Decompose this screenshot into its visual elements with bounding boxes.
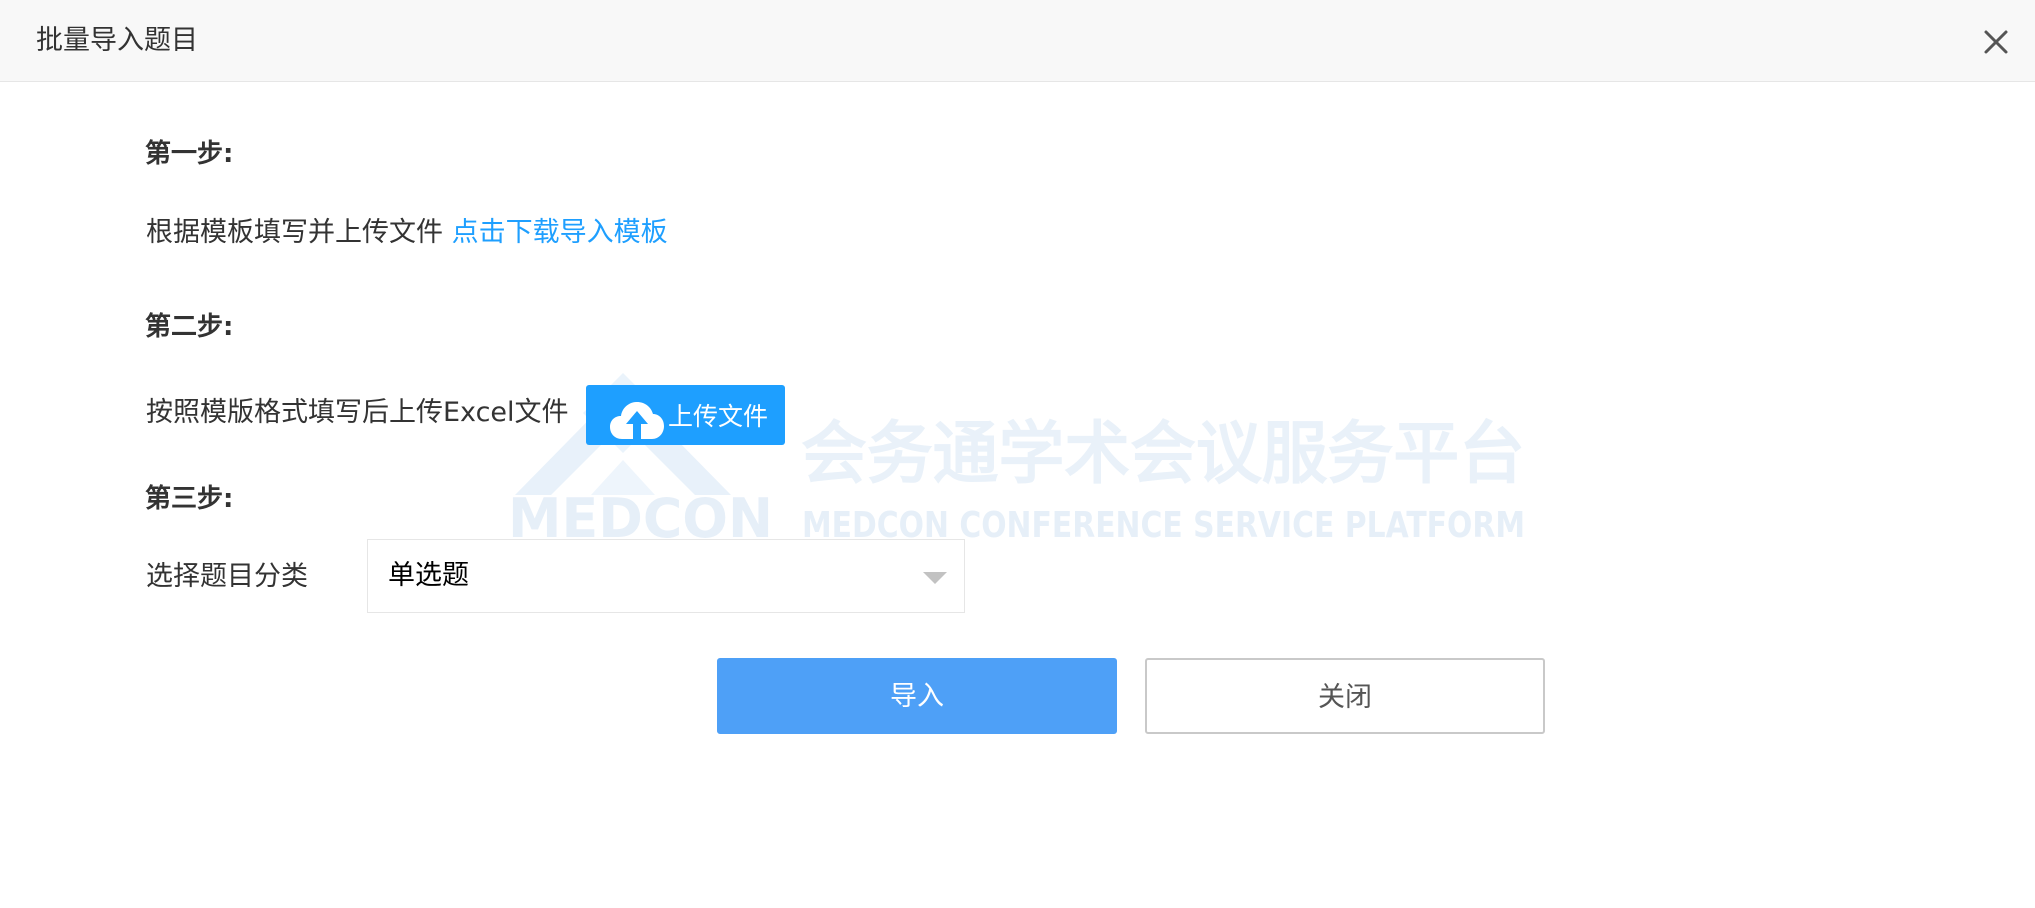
upload-button-label: 上传文件	[668, 402, 769, 431]
watermark-logo-text: MEDCON	[508, 487, 773, 545]
step1-label: 第一步:	[145, 139, 234, 169]
step1-row: 根据模板填写并上传文件 点击下载导入模板	[146, 214, 668, 252]
close-icon[interactable]	[1978, 24, 2014, 60]
step1-description: 根据模板填写并上传文件	[146, 217, 443, 248]
dialog-title: 批量导入题目	[36, 25, 198, 56]
cloud-upload-icon	[610, 402, 664, 439]
step3-description: 选择题目分类	[146, 561, 308, 592]
chevron-down-icon	[923, 572, 947, 584]
dialog-header: 批量导入题目	[0, 0, 2035, 82]
step2-label: 第二步:	[145, 312, 234, 342]
step2-description: 按照模版格式填写后上传Excel文件	[146, 397, 569, 428]
close-button[interactable]: 关闭	[1145, 658, 1545, 734]
upload-file-button[interactable]: 上传文件	[586, 385, 785, 445]
watermark-cn-text: 会务通学术会议服务平台	[801, 415, 1525, 494]
step3-label: 第三步:	[145, 484, 234, 514]
download-template-link[interactable]: 点击下载导入模板	[452, 217, 668, 248]
import-dialog: 批量导入题目 第一步: 根据模板填写并上传文件 点击下载导入模板 第二步: 按照…	[0, 0, 2035, 908]
category-select-value: 单选题	[388, 560, 469, 591]
import-button[interactable]: 导入	[717, 658, 1117, 734]
category-select[interactable]: 单选题	[367, 539, 965, 613]
